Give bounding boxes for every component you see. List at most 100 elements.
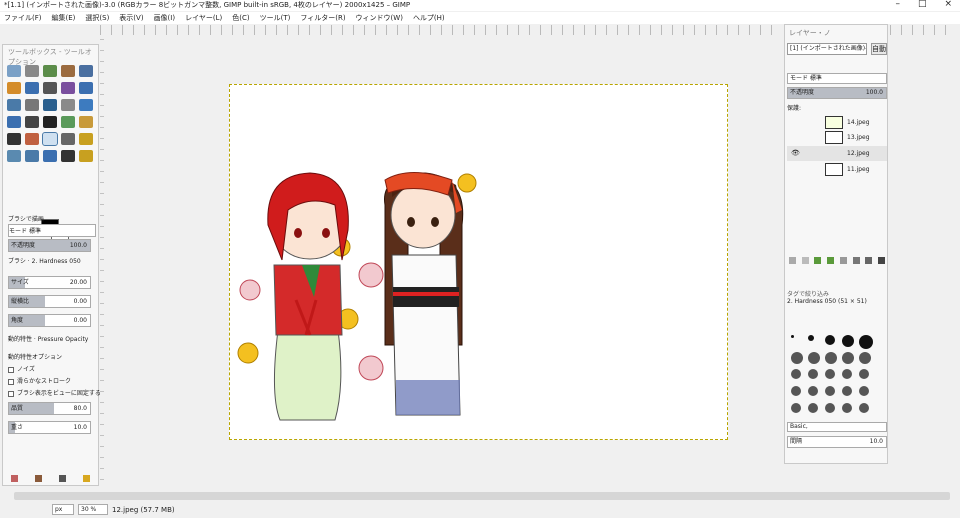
brush-preset[interactable] xyxy=(825,352,837,364)
menu-layer[interactable]: レイヤー(L) xyxy=(185,12,222,24)
brush-preset[interactable] xyxy=(791,386,801,396)
tool-button[interactable] xyxy=(43,82,57,94)
tool-button[interactable] xyxy=(79,150,93,162)
raise-layer-icon[interactable] xyxy=(814,257,822,264)
layer-mode-select[interactable]: モード 標準 xyxy=(787,73,887,84)
brush-preset[interactable] xyxy=(808,369,818,379)
tool-button[interactable] xyxy=(79,133,93,145)
tool-button[interactable] xyxy=(25,116,39,128)
reset-options-icon[interactable] xyxy=(82,474,90,482)
tool-button[interactable] xyxy=(25,82,39,94)
menu-windows[interactable]: ウィンドウ(W) xyxy=(356,12,403,24)
brush-preset[interactable] xyxy=(808,403,818,413)
tool-button[interactable] xyxy=(79,99,93,111)
brush-preset[interactable] xyxy=(842,403,852,413)
image-selector[interactable]: [1] (インポートされた画像)-3 xyxy=(787,43,867,55)
brush-preset[interactable] xyxy=(791,403,801,413)
menu-colors[interactable]: 色(C) xyxy=(232,12,249,24)
tool-button[interactable] xyxy=(43,116,57,128)
dynamics-selector[interactable]: 動的特性 · Pressure Opacity xyxy=(8,333,98,346)
lower-layer-icon[interactable] xyxy=(827,257,835,264)
tool-button[interactable] xyxy=(43,99,57,111)
brush-preset[interactable] xyxy=(808,352,820,364)
horizontal-scrollbar[interactable] xyxy=(14,492,950,500)
anchor-layer-icon[interactable] xyxy=(852,257,860,264)
restore-preset-icon[interactable] xyxy=(35,474,43,482)
zoom-select[interactable]: 30 % xyxy=(78,504,108,515)
layer-row[interactable]: 13.jpeg xyxy=(787,130,887,145)
tool-button[interactable] xyxy=(61,99,75,111)
horizontal-ruler[interactable] xyxy=(100,25,782,35)
tool-button[interactable] xyxy=(7,116,21,128)
maximize-button[interactable]: □ xyxy=(918,0,927,9)
menu-filters[interactable]: フィルター(R) xyxy=(300,12,345,24)
brush-selector[interactable]: ブラシ · 2. Hardness 050 xyxy=(8,255,98,268)
brush-preset[interactable] xyxy=(791,335,794,338)
menu-tools[interactable]: ツール(T) xyxy=(260,12,291,24)
tool-button[interactable] xyxy=(79,82,93,94)
brush-preset[interactable] xyxy=(791,369,801,379)
tool-button[interactable] xyxy=(61,82,75,94)
tool-button[interactable] xyxy=(7,82,21,94)
brush-preset[interactable] xyxy=(825,335,835,345)
delete-preset-icon[interactable] xyxy=(58,474,66,482)
mode-select[interactable]: モード 標準 xyxy=(8,224,96,237)
close-button[interactable]: × xyxy=(944,0,952,9)
menu-select[interactable]: 選択(S) xyxy=(85,12,109,24)
menu-help[interactable]: ヘルプ(H) xyxy=(413,12,445,24)
tool-button[interactable] xyxy=(61,116,75,128)
brush-preset[interactable] xyxy=(808,335,814,341)
layer-opacity-slider[interactable]: 不透明度 100.0 xyxy=(787,87,887,99)
lock-brush-checkbox[interactable]: ブラシ表示をビューに固定する xyxy=(8,387,101,400)
unit-select[interactable]: px xyxy=(52,504,74,515)
brush-preset[interactable] xyxy=(842,335,854,347)
brush-preset[interactable] xyxy=(825,369,835,379)
tool-button[interactable] xyxy=(42,132,58,146)
spacing-slider[interactable]: 間隔 10.0 xyxy=(787,436,887,448)
brush-preset[interactable] xyxy=(842,352,854,364)
tool-button[interactable] xyxy=(61,65,75,77)
eye-icon[interactable]: 👁 xyxy=(791,146,800,161)
image-canvas[interactable] xyxy=(229,84,728,440)
tool-button[interactable] xyxy=(25,150,39,162)
new-layer-icon[interactable] xyxy=(789,257,796,264)
tool-button[interactable] xyxy=(79,116,93,128)
tool-button[interactable] xyxy=(7,99,21,111)
new-group-icon[interactable] xyxy=(801,257,809,264)
weight-slider[interactable]: 重さ 10.0 xyxy=(8,421,91,434)
brush-preset[interactable] xyxy=(859,352,871,364)
tool-button[interactable] xyxy=(25,65,39,77)
brush-tag-filter[interactable]: タグで絞り込み xyxy=(787,289,829,298)
menu-view[interactable]: 表示(V) xyxy=(119,12,143,24)
brush-preset[interactable] xyxy=(859,369,869,379)
tool-button[interactable] xyxy=(79,65,93,77)
brush-preset[interactable] xyxy=(842,369,852,379)
quality-slider[interactable]: 品質 80.0 xyxy=(8,402,91,415)
tool-button[interactable] xyxy=(61,133,75,145)
angle-slider[interactable]: 角度 0.00 xyxy=(8,314,91,327)
layer-row[interactable]: 11.jpeg xyxy=(787,162,887,177)
duplicate-layer-icon[interactable] xyxy=(839,257,847,264)
delete-layer-icon[interactable] xyxy=(877,257,885,264)
size-slider[interactable]: サイズ 20.00 xyxy=(8,276,91,289)
brush-preset[interactable] xyxy=(808,386,818,396)
mask-layer-icon[interactable] xyxy=(865,257,873,264)
save-preset-icon[interactable] xyxy=(11,474,19,482)
aspect-slider[interactable]: 縦横比 0.00 xyxy=(8,295,91,308)
brush-preset[interactable] xyxy=(859,403,869,413)
brush-preset[interactable] xyxy=(791,352,803,364)
vertical-ruler[interactable] xyxy=(100,35,104,480)
tool-button[interactable] xyxy=(7,150,21,162)
layer-row-active[interactable]: 👁 12.jpeg xyxy=(787,146,887,161)
tool-button[interactable] xyxy=(7,133,21,145)
opacity-slider[interactable]: 不透明度 100.0 xyxy=(8,239,91,252)
tool-button[interactable] xyxy=(43,150,57,162)
brush-tag-input[interactable]: Basic, xyxy=(787,422,887,432)
layer-row[interactable]: 14.jpeg xyxy=(787,115,887,130)
tool-button[interactable] xyxy=(25,133,39,145)
auto-button[interactable]: 自動 xyxy=(871,43,887,55)
tool-button[interactable] xyxy=(7,65,21,77)
brush-preset[interactable] xyxy=(825,403,835,413)
tool-button[interactable] xyxy=(43,65,57,77)
menu-file[interactable]: ファイル(F) xyxy=(4,12,42,24)
